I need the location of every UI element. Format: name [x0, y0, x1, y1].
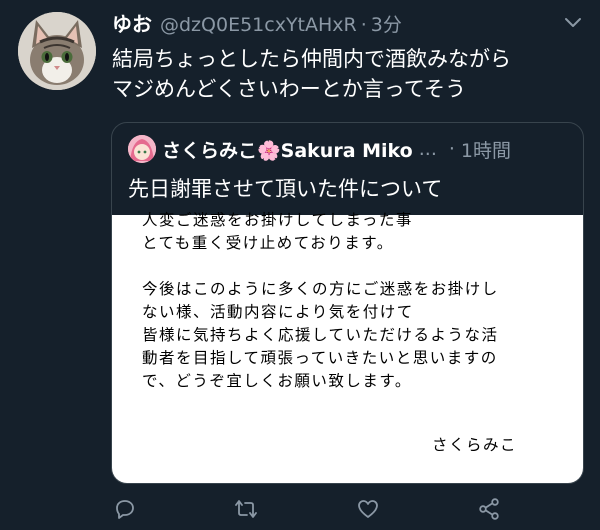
reply-button[interactable] — [110, 494, 140, 524]
quoted-author-avatar[interactable] — [128, 135, 156, 163]
apology-letter-signature: さくらみこ — [432, 436, 518, 454]
quoted-tweet-image[interactable]: 人変ご迷惑をお掛けしてしまった事 とても重く受け止めております。 今後はこのよう… — [112, 211, 583, 483]
anime-avatar-image — [128, 135, 156, 163]
more-options-button[interactable] — [558, 10, 588, 34]
header-separator: · — [360, 14, 367, 36]
quoted-tweet-header: さくらみこ🌸Sakura Miko ... · 1時間 — [128, 133, 571, 165]
apology-letter-text: 人変ご迷惑をお掛けしてしまった事 とても重く受け止めております。 今後はこのよう… — [142, 211, 499, 390]
tweet-actions — [0, 494, 600, 530]
author-avatar[interactable] — [18, 12, 96, 90]
author-display-name[interactable]: ゆお — [112, 8, 152, 37]
tweet-text: 結局ちょっとしたら仲間内で酒飲みながら マジめんどくさいわーとか言ってそう — [112, 47, 511, 101]
share-button[interactable] — [474, 494, 504, 524]
like-button[interactable] — [353, 494, 383, 524]
chevron-down-icon — [565, 18, 581, 27]
quoted-tweet[interactable]: さくらみこ🌸Sakura Miko ... · 1時間 先日謝罪させて頂いた件に… — [111, 122, 584, 484]
quoted-name-ellipsis: ... — [418, 138, 437, 160]
cat-avatar-image — [18, 12, 96, 90]
retweet-button[interactable] — [231, 494, 261, 524]
tweet-timestamp[interactable]: 3分 — [371, 10, 402, 37]
author-handle[interactable]: @dzQ0E51cxYtAHxR — [160, 14, 357, 36]
share-icon — [479, 498, 499, 520]
quoted-tweet-timestamp[interactable]: 1時間 — [461, 136, 511, 163]
quoted-header-separator: · — [448, 138, 455, 160]
quoted-tweet-text: 先日謝罪させて頂いた件について — [128, 177, 443, 201]
quoted-author-name[interactable]: さくらみこ🌸Sakura Miko — [162, 136, 413, 163]
like-icon — [358, 500, 378, 518]
tweet-header: ゆお @dzQ0E51cxYtAHxR · 3分 — [112, 8, 402, 40]
retweet-icon — [235, 500, 257, 518]
reply-icon — [116, 500, 134, 519]
